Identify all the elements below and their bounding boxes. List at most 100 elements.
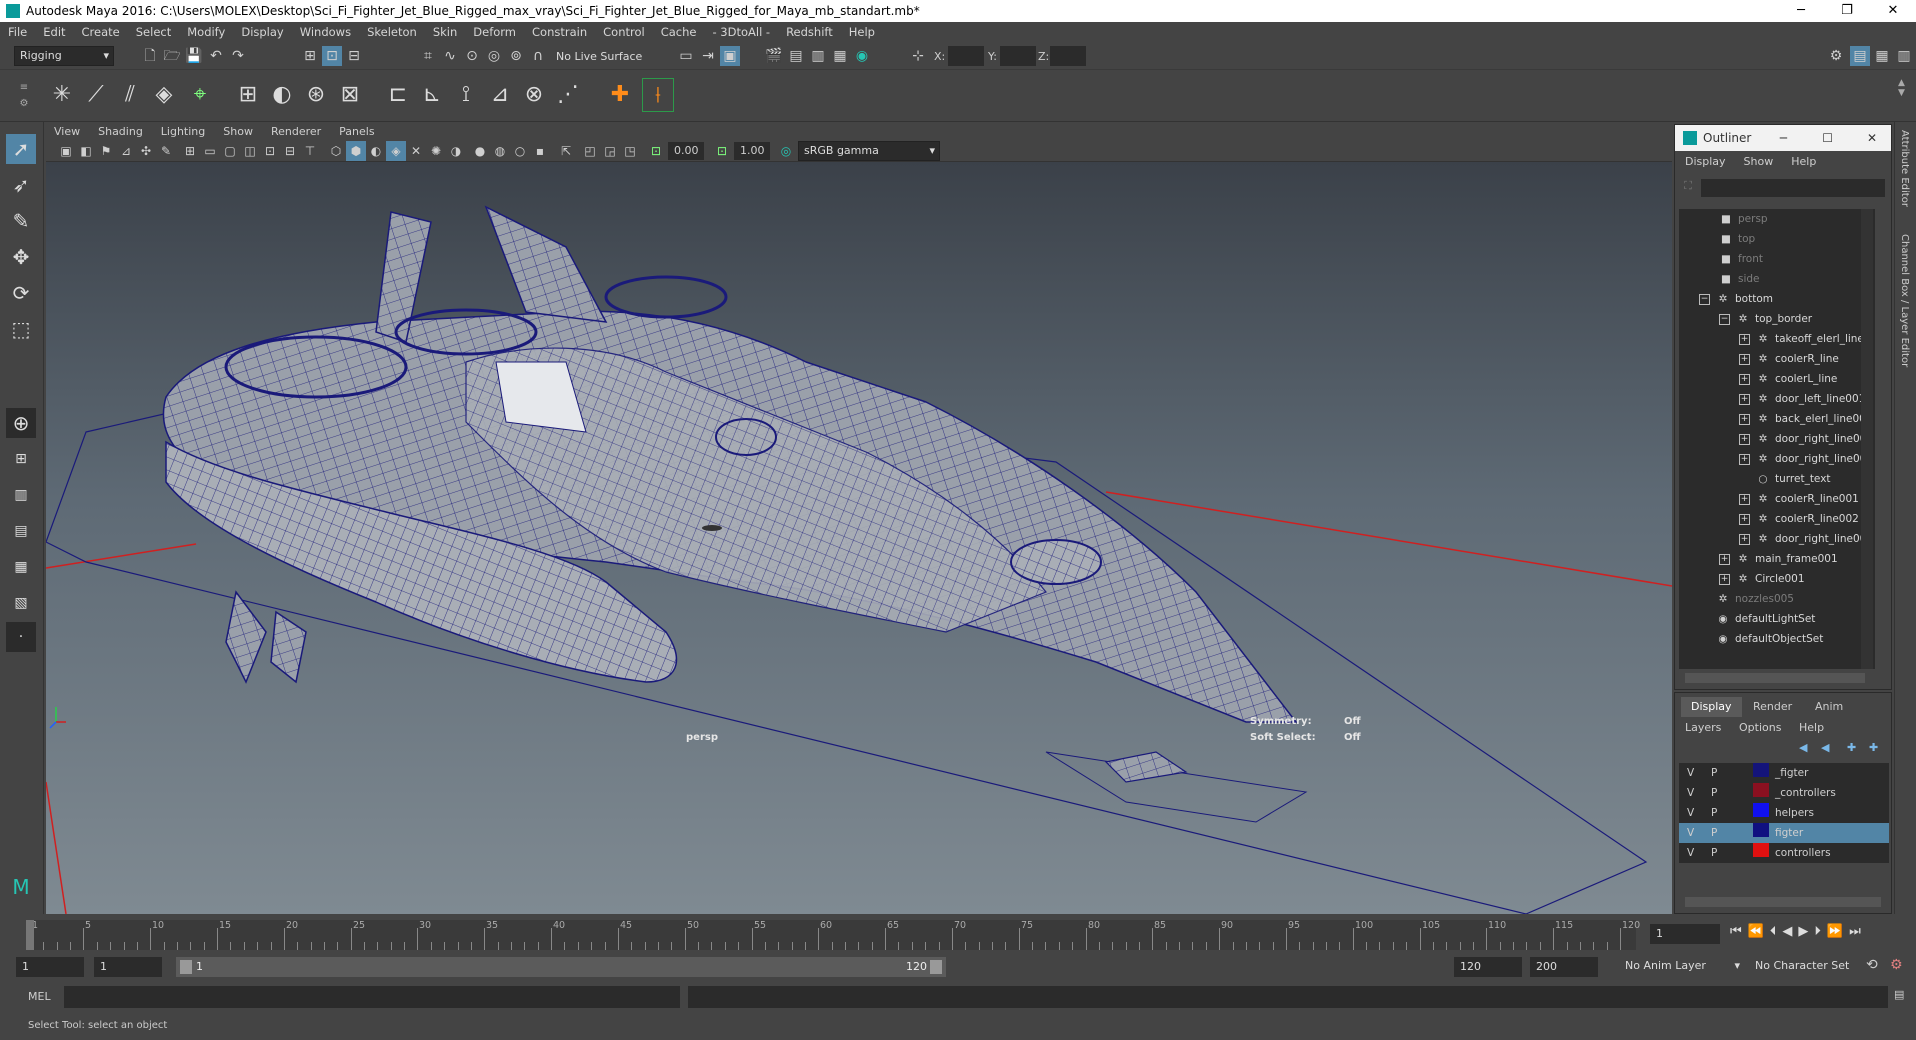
persp-graph-layout-icon[interactable]: ▤ [6,516,36,546]
output-ops-icon[interactable]: ▣ [720,46,740,66]
y-field[interactable] [1000,46,1036,66]
vp-menu-renderer[interactable]: Renderer [271,125,321,138]
perspective-viewport[interactable]: persp Symmetry: Off Soft Select: Off [46,162,1672,914]
insert-joint-icon[interactable]: ◈ [148,78,180,112]
menuset-dropdown[interactable]: Rigging ▾ [14,46,114,66]
outliner-node-top[interactable]: ■ top [1719,229,1755,249]
menu-edit[interactable]: Edit [43,25,65,39]
hypershade-layout-icon[interactable]: ▦ [6,552,36,582]
magnet-icon[interactable]: ∩ [528,46,548,66]
transform-mode-icon[interactable]: ⊹ [908,46,928,66]
expand-icon[interactable]: + [1739,353,1750,365]
expand-icon[interactable]: + [1719,553,1730,565]
outliner-node-defaultobjectset[interactable]: ◉ defaultObjectSet [1716,629,1823,649]
time-ruler[interactable]: 1 5 10 15 20 25 30 35 40 45 50 55 60 65 70 75 80 85 90 95 10… [26,920,1640,950]
layer-playback-toggle[interactable]: P [1711,763,1717,783]
new-scene-icon[interactable]: 🗋 [140,46,160,66]
layers-menu-help[interactable]: Help [1799,721,1824,734]
go-to-end-button[interactable]: ⏭ [1849,924,1861,939]
outliner-close-button[interactable]: ✕ [1867,125,1877,151]
camera-select-icon[interactable]: ▣ [56,141,76,161]
move-layer-up-icon[interactable]: ◀ [1799,741,1807,754]
expand-icon[interactable]: + [1739,393,1750,405]
x-field[interactable] [948,46,984,66]
ik-spline-icon[interactable]: ⫽ [114,78,146,112]
screen-space-ao-icon[interactable]: ● [470,141,490,161]
layers-horizontal-scrollbar[interactable] [1685,897,1881,907]
hypershade-icon[interactable]: ◉ [852,46,872,66]
menu-skeleton[interactable]: Skeleton [367,25,417,39]
xray-joints-icon[interactable]: ◲ [600,141,620,161]
outliner-vertical-scrollbar[interactable] [1861,209,1873,669]
outliner-search-input[interactable] [1701,179,1885,197]
layer-color-swatch[interactable] [1753,823,1769,837]
layer-row[interactable]: V P figter [1679,823,1889,843]
outliner-node-back-elerl-line001[interactable]: + ✲ back_elerl_line001 [1739,409,1873,429]
outliner-menu-help[interactable]: Help [1791,155,1816,168]
gate-mask-icon[interactable]: ◫ [240,141,260,161]
outliner-node-top-border[interactable]: − ✲ top_border [1719,309,1812,329]
filter-icon[interactable]: ⛶ [1679,179,1697,197]
grid-icon[interactable]: ⊞ [180,141,200,161]
playback-start-field[interactable]: 1 [94,957,162,977]
smooth-shade-icon[interactable]: ⬢ [346,141,366,161]
cluster-icon[interactable]: ⊞ [232,78,264,112]
render-sequence-icon[interactable]: ▤ [786,46,806,66]
layer-color-swatch[interactable] [1753,783,1769,797]
camera-attributes-icon[interactable]: ◧ [76,141,96,161]
locator-icon[interactable]: ⌖ [184,78,216,112]
xray-icon[interactable]: ◰ [580,141,600,161]
tab-render[interactable]: Render [1743,697,1802,717]
aim-constraint-icon[interactable]: ⊗ [518,78,550,112]
fighter-jet-mesh[interactable] [162,205,1298,783]
menu-modify[interactable]: Modify [187,25,225,39]
command-input[interactable] [64,986,680,1008]
expand-icon[interactable]: + [1719,573,1730,585]
undo-icon[interactable]: ↶ [206,46,226,66]
new-layer-icon[interactable]: ✚ [1847,741,1856,754]
wireframe-on-shaded-icon[interactable]: ◈ [386,141,406,161]
exposure-field[interactable]: 0.00 [668,142,704,160]
menu-control[interactable]: Control [603,25,645,39]
step-back-key-button[interactable]: ⏪ [1748,924,1764,939]
render-settings-icon[interactable]: ▦ [830,46,850,66]
textured-icon[interactable]: ✕ [406,141,426,161]
layer-visibility-toggle[interactable]: V [1687,803,1694,823]
layers-menu-options[interactable]: Options [1739,721,1781,734]
current-frame-field[interactable]: 1 [1650,924,1720,944]
resolution-gate-icon[interactable]: ▢ [220,141,240,161]
expand-icon[interactable]: + [1739,493,1750,505]
z-field[interactable] [1050,46,1086,66]
outliner-node-coolerr-line002[interactable]: + ✲ coolerR_line002 [1739,509,1859,529]
vp-menu-shading[interactable]: Shading [98,125,143,138]
current-time-indicator[interactable] [26,920,34,950]
new-layer-selected-icon[interactable]: ✚ [1869,741,1878,754]
outliner-menu-show[interactable]: Show [1744,155,1774,168]
snap-view-icon[interactable]: ◎ [484,46,504,66]
menu-create[interactable]: Create [82,25,120,39]
shelf-options-icon[interactable]: ≡ ⚙ [18,80,30,112]
rotate-tool-icon[interactable]: ⟳ [6,278,36,308]
motion-blur-icon[interactable]: ◍ [490,141,510,161]
animation-start-field[interactable]: 1 [16,957,84,977]
tab-anim[interactable]: Anim [1805,697,1853,717]
custom-layout-icon[interactable]: · [6,622,36,652]
add-attribute-icon[interactable]: ✚ [604,78,636,112]
wireframe-icon[interactable]: ⬡ [326,141,346,161]
joint-tool-icon[interactable]: ✳ [46,78,78,112]
step-forward-key-button[interactable]: ⏩ [1827,924,1843,939]
menu-redshift[interactable]: Redshift [786,25,833,39]
go-to-start-button[interactable]: ⏮ [1730,924,1742,939]
outliner-node-front[interactable]: ■ front [1719,249,1763,269]
menu-windows[interactable]: Windows [300,25,351,39]
scale-constraint-icon[interactable]: ⊿ [484,78,516,112]
layer-playback-toggle[interactable]: P [1711,803,1717,823]
live-surface-label[interactable]: No Live Surface [556,50,642,63]
collapse-icon[interactable]: − [1699,293,1710,305]
pole-vector-icon[interactable]: ⋰ [552,78,584,112]
bookmark-icon[interactable]: ⚑ [96,141,116,161]
command-language-label[interactable]: MEL [28,990,51,1003]
menu-file[interactable]: File [8,25,27,39]
layer-playback-toggle[interactable]: P [1711,843,1717,863]
collapse-icon[interactable]: − [1719,313,1730,325]
